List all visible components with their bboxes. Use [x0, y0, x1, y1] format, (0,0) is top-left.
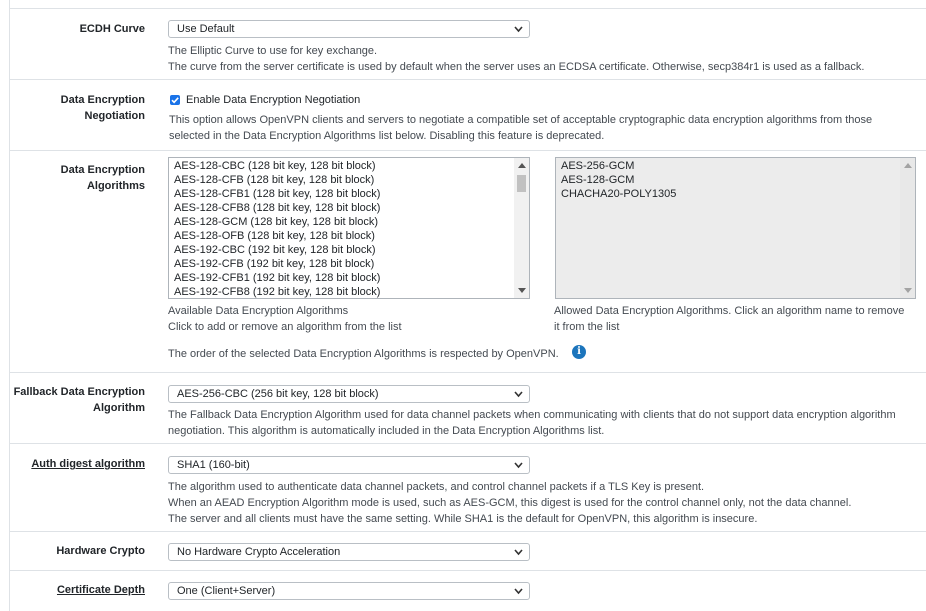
ecdh-curve-help-2: The curve from the server certificate is…	[168, 61, 865, 73]
ecdh-curve-select[interactable]: Use Default	[168, 20, 530, 38]
auth-digest-value: SHA1 (160-bit)	[177, 459, 250, 471]
fallback-label-line1: Fallback Data Encryption	[13, 386, 145, 398]
certificate-depth-select[interactable]: One (Client+Server)	[168, 582, 530, 600]
list-item[interactable]: AES-128-CFB1 (128 bit key, 128 bit block…	[174, 187, 380, 201]
fallback-label: Fallback Data Encryption Algorithm	[10, 384, 145, 416]
list-item[interactable]: AES-128-OFB (128 bit key, 128 bit block)	[174, 229, 375, 243]
allowed-help-1: Allowed Data Encryption Algorithms. Clic…	[554, 305, 905, 317]
available-algorithms-list[interactable]: AES-128-CBC (128 bit key, 128 bit block)…	[168, 157, 530, 299]
info-icon[interactable]: i	[572, 345, 586, 359]
chevron-down-icon	[514, 391, 523, 398]
available-help-2: Click to add or remove an algorithm from…	[168, 321, 402, 333]
fallback-label-line2: Algorithm	[93, 402, 145, 414]
negotiation-checkbox-label[interactable]: Enable Data Encryption Negotiation	[186, 92, 360, 108]
chevron-down-icon	[514, 462, 523, 469]
hardware-crypto-select[interactable]: No Hardware Crypto Acceleration	[168, 543, 530, 561]
negotiation-help-1: This option allows OpenVPN clients and s…	[169, 114, 873, 126]
allowed-help-2: it from the list	[554, 321, 620, 333]
negotiation-label-line2: Negotiation	[84, 110, 146, 122]
list-item[interactable]: AES-128-CFB (128 bit key, 128 bit block)	[174, 173, 374, 187]
auth-digest-select[interactable]: SHA1 (160-bit)	[168, 456, 530, 474]
algorithms-order-note: The order of the selected Data Encryptio…	[168, 348, 559, 360]
certificate-depth-value: One (Client+Server)	[177, 585, 276, 597]
list-item[interactable]: AES-192-CBC (192 bit key, 128 bit block)	[174, 243, 376, 257]
checkmark-icon	[171, 97, 179, 104]
row-ecdh-curve: ECDH Curve Use Default The Elliptic Curv…	[9, 9, 926, 80]
list-item[interactable]: AES-192-CFB (192 bit key, 128 bit block)	[174, 257, 374, 271]
row-auth-digest: Auth digest algorithm SHA1 (160-bit) The…	[9, 444, 926, 532]
allowed-algorithms-list[interactable]: AES-256-GCM AES-128-GCM CHACHA20-POLY130…	[555, 157, 916, 299]
ecdh-curve-help-1: The Elliptic Curve to use for key exchan…	[168, 45, 378, 57]
algorithms-label-line1: Data Encryption	[60, 164, 145, 176]
ecdh-curve-value: Use Default	[177, 23, 235, 35]
list-item[interactable]: AES-128-CBC (128 bit key, 128 bit block)	[174, 159, 376, 173]
auth-digest-label[interactable]: Auth digest algorithm	[10, 456, 145, 472]
row-fallback-algorithm: Fallback Data Encryption Algorithm AES-2…	[9, 373, 926, 444]
list-item[interactable]: AES-128-GCM (128 bit key, 128 bit block)	[174, 215, 378, 229]
certificate-depth-label[interactable]: Certificate Depth	[10, 582, 145, 598]
algorithms-label: Data Encryption Algorithms	[10, 162, 145, 194]
fallback-algorithm-select[interactable]: AES-256-CBC (256 bit key, 128 bit block)	[168, 385, 530, 403]
negotiation-label-line1: Data Encryption	[60, 94, 145, 106]
auth-digest-help-3: The server and all clients must have the…	[168, 513, 758, 525]
scroll-down-icon[interactable]	[904, 288, 912, 293]
negotiation-label: Data Encryption Negotiation	[10, 92, 145, 124]
hardware-crypto-label: Hardware Crypto	[56, 545, 145, 557]
negotiation-help-2: selected in the Data Encryption Algorith…	[169, 130, 605, 142]
negotiation-checkbox[interactable]	[170, 95, 180, 105]
list-item[interactable]: AES-192-CFB8 (192 bit key, 128 bit block…	[174, 285, 380, 298]
auth-digest-help-1: The algorithm used to authenticate data …	[168, 481, 705, 493]
fallback-help-1: The Fallback Data Encryption Algorithm u…	[168, 409, 896, 421]
chevron-down-icon	[514, 26, 523, 33]
fallback-algorithm-value: AES-256-CBC (256 bit key, 128 bit block)	[177, 388, 379, 400]
row-data-encryption-negotiation: Data Encryption Negotiation Enable Data …	[9, 80, 926, 151]
algorithms-label-line2: Algorithms	[86, 180, 145, 192]
list-item[interactable]: AES-128-CFB8 (128 bit key, 128 bit block…	[174, 201, 380, 215]
list-item[interactable]: AES-128-GCM	[561, 173, 634, 187]
row-top-spacer	[9, 0, 926, 9]
row-data-encryption-algorithms: Data Encryption Algorithms AES-128-CBC (…	[9, 151, 926, 373]
scroll-down-icon[interactable]	[518, 288, 526, 293]
chevron-down-icon	[514, 588, 523, 595]
allowed-list-scrollbar[interactable]	[900, 158, 915, 298]
list-item[interactable]: AES-256-GCM	[561, 159, 634, 173]
scroll-up-icon[interactable]	[904, 163, 912, 168]
openvpn-crypto-settings: ECDH Curve Use Default The Elliptic Curv…	[0, 0, 926, 611]
list-item[interactable]: CHACHA20-POLY1305	[561, 187, 676, 201]
ecdh-curve-label: ECDH Curve	[79, 23, 145, 35]
auth-digest-help-2: When an AEAD Encryption Algorithm mode i…	[168, 497, 852, 509]
info-glyph: i	[577, 346, 581, 357]
available-list-scrollbar[interactable]	[514, 158, 529, 298]
scroll-up-icon[interactable]	[518, 163, 526, 168]
available-help-1: Available Data Encryption Algorithms	[168, 305, 349, 317]
row-hardware-crypto: Hardware Crypto No Hardware Crypto Accel…	[9, 532, 926, 571]
chevron-down-icon	[514, 549, 523, 556]
hardware-crypto-value: No Hardware Crypto Acceleration	[177, 546, 341, 558]
list-item[interactable]: AES-192-CFB1 (192 bit key, 128 bit block…	[174, 271, 380, 285]
row-certificate-depth: Certificate Depth One (Client+Server)	[9, 571, 926, 611]
scrollbar-thumb[interactable]	[517, 175, 526, 192]
fallback-help-2: negotiation. This algorithm is automatic…	[168, 425, 605, 437]
